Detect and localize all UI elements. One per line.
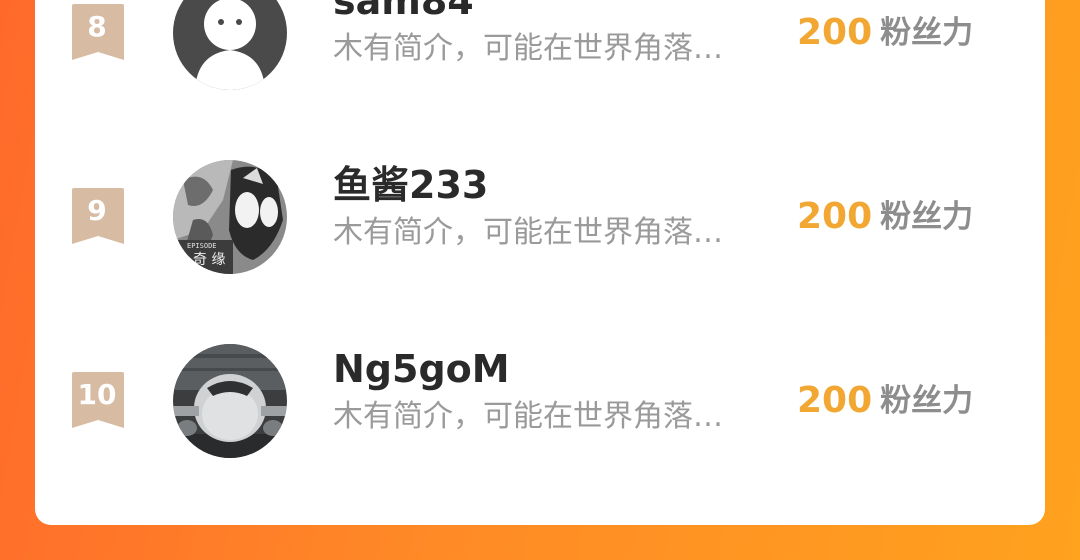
rank-number: 9 xyxy=(87,194,107,227)
rank-number: 10 xyxy=(77,378,117,411)
rank-badge: 10 xyxy=(71,372,125,430)
rank-badge: 9 xyxy=(71,188,125,246)
fan-score: 200 粉丝力 xyxy=(797,377,973,425)
manga-masked-hero-avatar-icon: EPISODE 奇 缘 xyxy=(173,160,287,274)
svg-text:EPISODE: EPISODE xyxy=(187,242,217,250)
rank-number: 8 xyxy=(87,10,107,43)
score-unit: 粉丝力 xyxy=(880,15,974,51)
score-value: 200 xyxy=(797,380,873,421)
avatar[interactable] xyxy=(173,0,287,90)
fan-score: 200 粉丝力 xyxy=(797,9,973,57)
avatar[interactable]: EPISODE 奇 缘 xyxy=(173,160,287,274)
score-value: 200 xyxy=(797,196,873,237)
score-unit: 粉丝力 xyxy=(880,199,974,235)
user-name[interactable]: Ng5goM xyxy=(333,345,510,393)
user-name[interactable]: 鱼酱233 xyxy=(333,161,488,209)
leaderboard-card: 8 sam84 木有简介，可能在世界角落… 200 粉丝力 9 EPISODE … xyxy=(35,0,1045,525)
user-bio: 木有简介，可能在世界角落… xyxy=(333,31,723,66)
fan-score: 200 粉丝力 xyxy=(797,193,973,241)
user-bio: 木有简介，可能在世界角落… xyxy=(333,399,723,434)
user-bio: 木有简介，可能在世界角落… xyxy=(333,215,723,250)
score-value: 200 xyxy=(797,12,873,53)
rank-badge: 8 xyxy=(71,4,125,62)
leaderboard-row[interactable]: 10 Ng5goM 木有简介，可能在世界角落… 200 粉丝力 xyxy=(35,331,1045,471)
default-silhouette-avatar-icon xyxy=(173,0,287,90)
avatar[interactable] xyxy=(173,344,287,458)
user-name[interactable]: sam84 xyxy=(333,0,474,25)
leaderboard-row[interactable]: 9 EPISODE 奇 缘 鱼酱233 木有简介，可能在世界角落… 200 粉丝力 xyxy=(35,147,1045,287)
leaderboard-row[interactable]: 8 sam84 木有简介，可能在世界角落… 200 粉丝力 xyxy=(35,0,1045,103)
airplane-front-avatar-icon xyxy=(173,344,287,458)
score-unit: 粉丝力 xyxy=(880,383,974,419)
svg-text:奇 缘: 奇 缘 xyxy=(193,251,225,268)
